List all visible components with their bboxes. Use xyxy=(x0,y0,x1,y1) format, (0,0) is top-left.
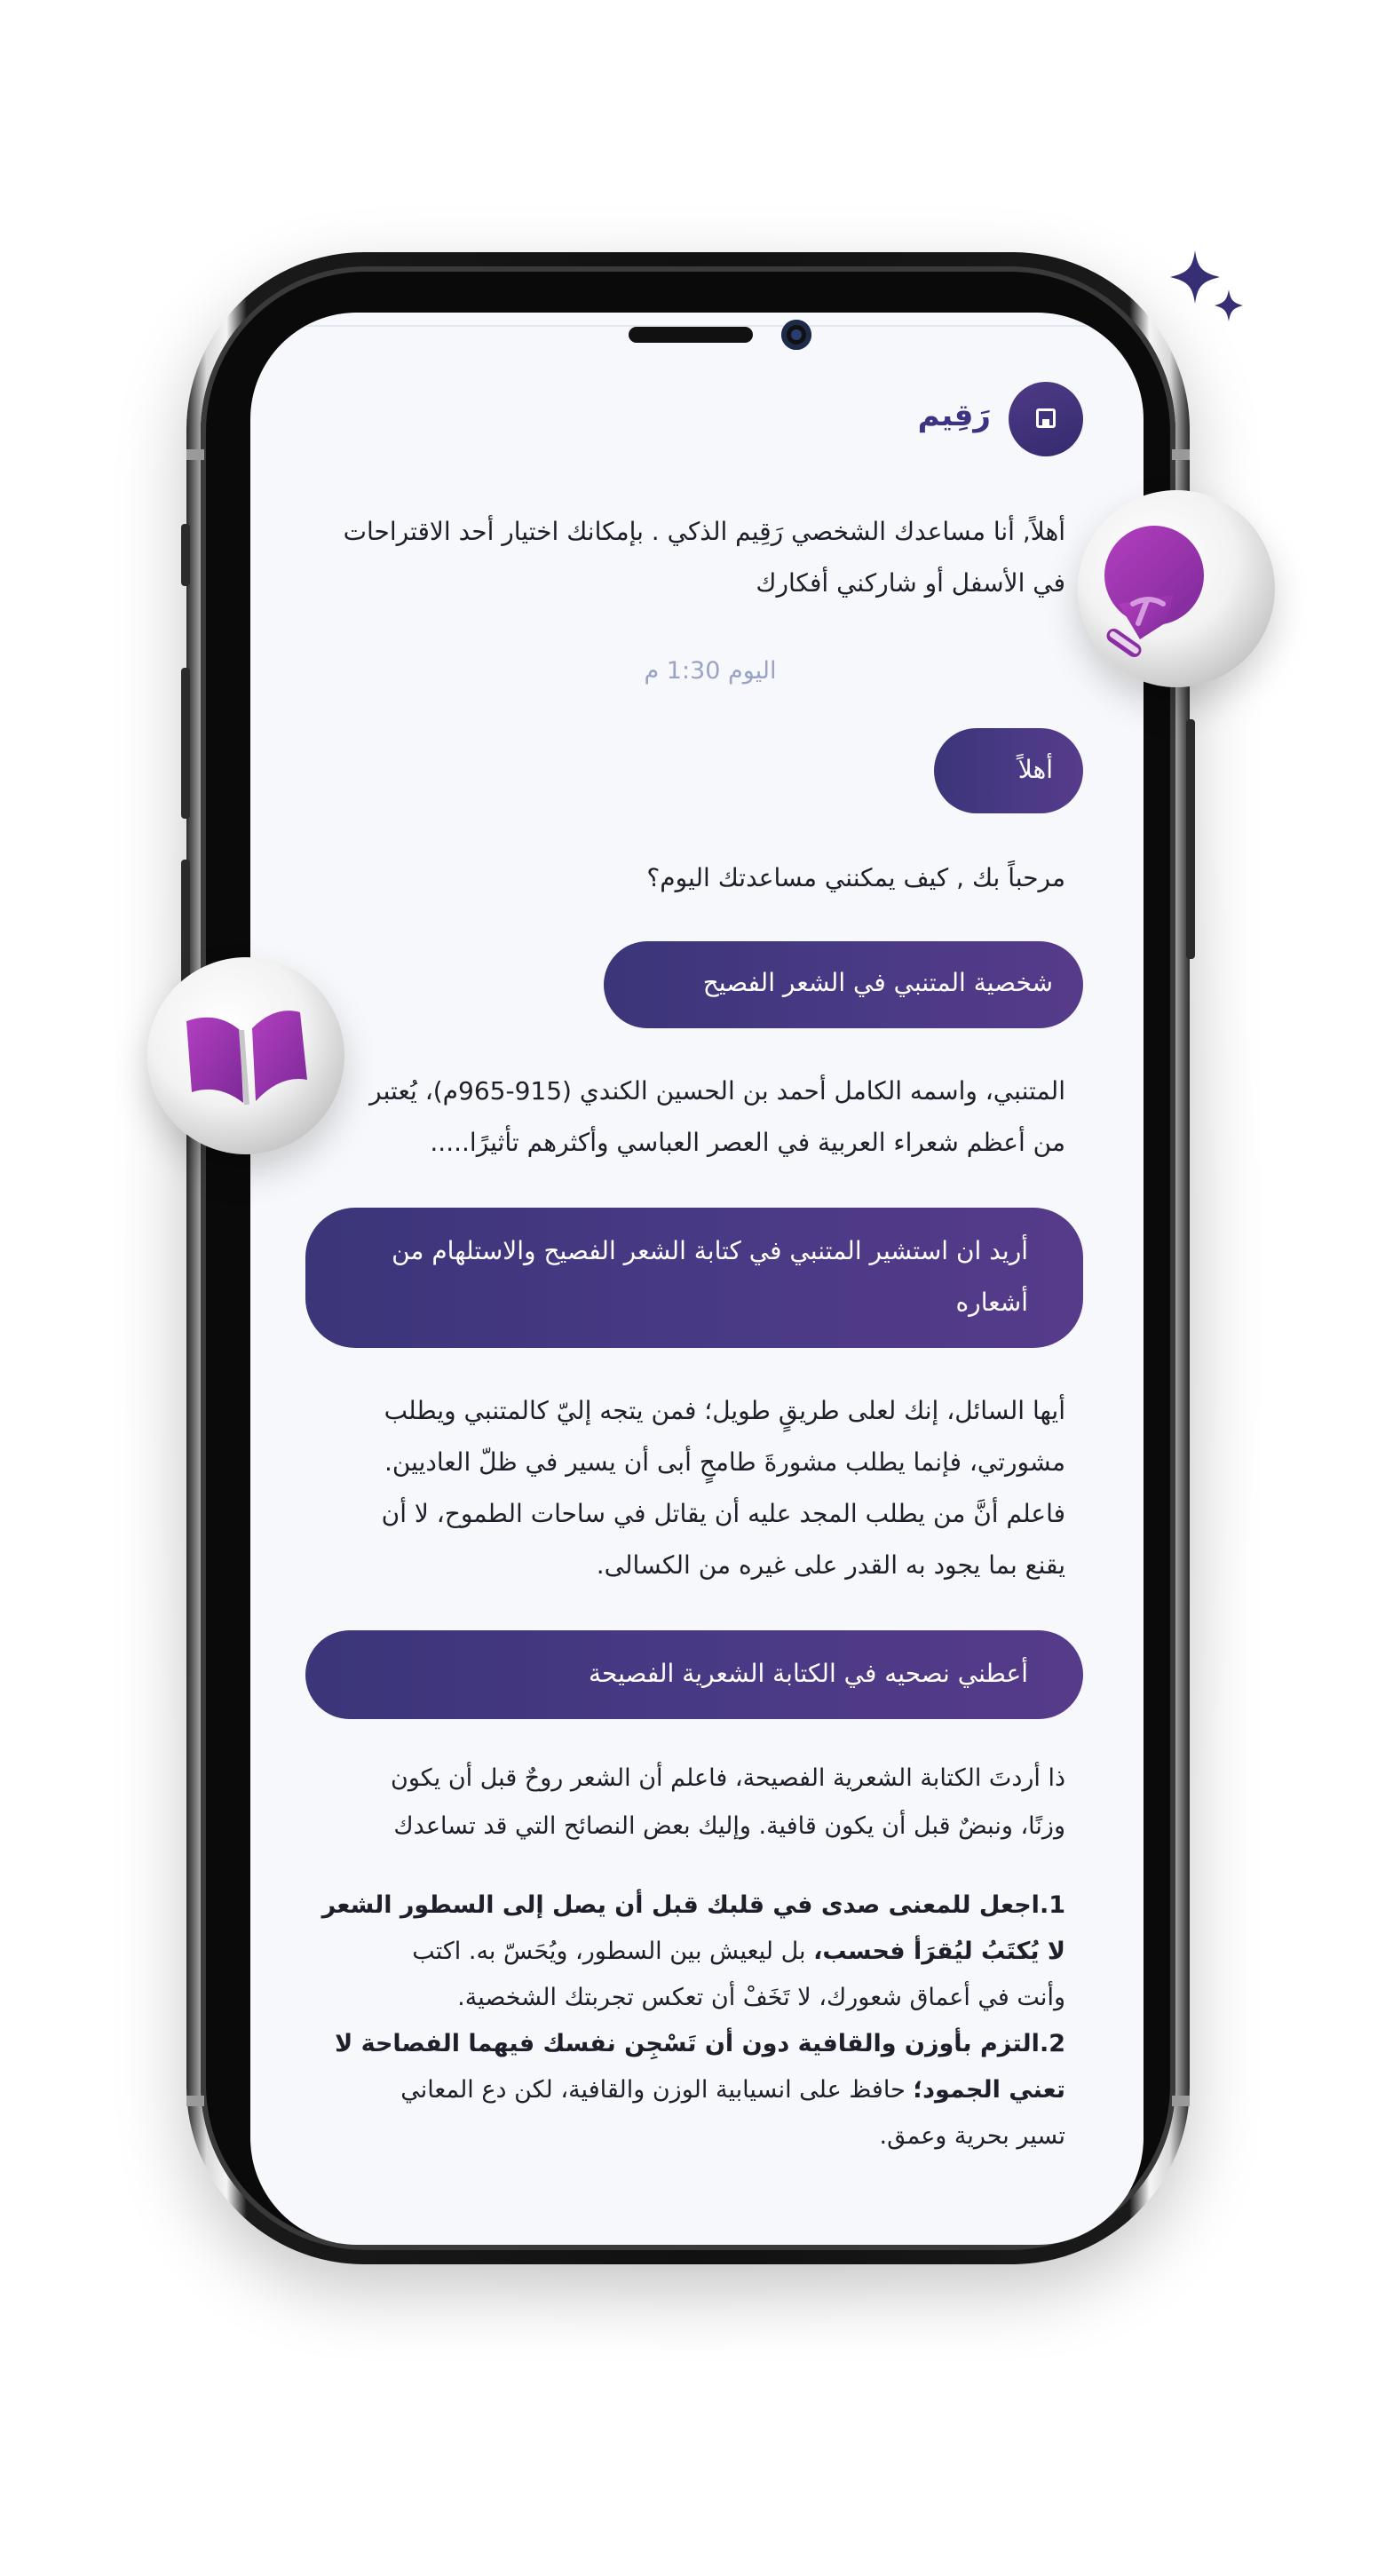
tip-1-text: بل ليعيش بين السطور، ويُحَسّ به. اكتب xyxy=(412,1938,814,1965)
message-line: من أعظم شعراء العربية في العصر العباسي و… xyxy=(430,1128,1065,1157)
tip-2-heading: 2.التزم بأوزن والقافية دون أن تَسْجِن نف… xyxy=(335,2030,1065,2057)
tip-1-heading-cont: لا يُكتَبُ ليُقرَأ فحسب، xyxy=(813,1938,1065,1965)
volume-up-button xyxy=(181,668,190,819)
message-line: وزنًا، ونبضٌ قبل أن يكون قافية. وإليك بع… xyxy=(393,1812,1065,1840)
message-line: ذا أردتَ الكتابة الشعرية الفصيحة، فاعلم … xyxy=(391,1764,1065,1792)
bot-message: ذا أردتَ الكتابة الشعرية الفصيحة، فاعلم … xyxy=(320,1755,1065,1851)
tip-1-text: وأنت في أعماق شعورك، لا تَخَفْ أن تعكس ت… xyxy=(457,1984,1065,2011)
lightbulb-badge xyxy=(1078,490,1275,687)
message-line: فاعلم أنَّ من يطلب المجد عليه أن يقاتل ف… xyxy=(381,1499,1065,1528)
antenna-band xyxy=(1172,2096,1190,2106)
user-message-bubble[interactable]: أعطني نصحيه في الكتابة الشعرية الفصيحة xyxy=(305,1630,1083,1719)
antenna-band xyxy=(186,449,204,460)
tip-2-text: حافظ على انسيابية الوزن والقافية، لكن دع… xyxy=(400,2076,914,2104)
message-line: مشورتي، فإنما يطلب مشورةَ طامحٍ أبى أن ي… xyxy=(384,1447,1065,1477)
bot-message: مرحباً بك , كيف يمكنني مساعدتك اليوم؟ xyxy=(355,852,1065,904)
message-text: أعطني نصحيه في الكتابة الشعرية الفصيحة xyxy=(589,1659,1028,1688)
bot-avatar[interactable] xyxy=(1009,382,1083,456)
bot-name: رَقِيم xyxy=(917,398,991,433)
user-message-bubble[interactable]: شخصية المتنبي في الشعر الفصيح xyxy=(604,941,1083,1028)
tip-2-heading-cont: تعني الجمود؛ xyxy=(913,2076,1065,2104)
message-line: مرحباً بك , كيف يمكنني مساعدتك اليوم؟ xyxy=(646,863,1065,892)
mute-switch xyxy=(181,524,190,586)
bot-tips-list: 1.اجعل للمعنى صدى في قلبك قبل أن يصل إلى… xyxy=(311,1882,1065,2160)
tip-1-line: لا يُكتَبُ ليُقرَأ فحسب، بل ليعيش بين ال… xyxy=(311,1929,1065,1975)
speaker-grille xyxy=(629,327,753,343)
tip-2-line: تعني الجمود؛ حافظ على انسيابية الوزن وال… xyxy=(311,2067,1065,2113)
document-icon xyxy=(1036,408,1056,428)
book-badge xyxy=(147,957,344,1154)
message-line: أيها السائل، إنك لعلى طريقٍ طويل؛ فمن يت… xyxy=(384,1396,1065,1425)
tip-1-heading: 1.اجعل للمعنى صدى في قلبك قبل أن يصل إلى… xyxy=(321,1891,1065,1919)
bot-message: المتنبي، واسمه الكامل أحمد بن الحسين الك… xyxy=(328,1066,1065,1169)
message-line: أهلاً, أنا مساعدك الشخصي رَقِيم الذكي . … xyxy=(343,517,1065,546)
timestamp: اليوم 1:30 م xyxy=(644,657,777,685)
tip-2-text: تسير بحرية وعمق. xyxy=(879,2122,1065,2150)
message-line: يقنع بما يجود به القدر على غيره من الكسا… xyxy=(596,1550,1065,1580)
chat-header: رَقِيم xyxy=(675,382,1083,462)
front-camera xyxy=(781,320,811,350)
sparkle-icon xyxy=(1170,250,1243,321)
antenna-band xyxy=(186,2096,204,2106)
power-button xyxy=(1186,719,1195,959)
lightbulb-icon xyxy=(1104,526,1204,658)
message-text: شخصية المتنبي في الشعر الفصيح xyxy=(702,968,1053,997)
message-line: أريد ان استشير المتنبي في كتابة الشعر ال… xyxy=(392,1236,1028,1265)
user-message-bubble[interactable]: أريد ان استشير المتنبي في كتابة الشعر ال… xyxy=(305,1208,1083,1348)
user-message-bubble[interactable]: أهلاً xyxy=(934,728,1083,813)
bot-message-welcome: أهلاً, أنا مساعدك الشخصي رَقِيم الذكي . … xyxy=(293,506,1065,609)
message-line: المتنبي، واسمه الكامل أحمد بن الحسين الك… xyxy=(369,1076,1065,1106)
open-book-icon xyxy=(186,1011,307,1106)
antenna-band xyxy=(1172,449,1190,460)
message-line: أشعاره xyxy=(955,1288,1028,1317)
message-line: في الأسفل أو شاركني أفكارك xyxy=(756,568,1065,598)
message-text: أهلاً xyxy=(1017,755,1053,784)
bot-message: أيها السائل، إنك لعلى طريقٍ طويل؛ فمن يت… xyxy=(328,1385,1065,1591)
